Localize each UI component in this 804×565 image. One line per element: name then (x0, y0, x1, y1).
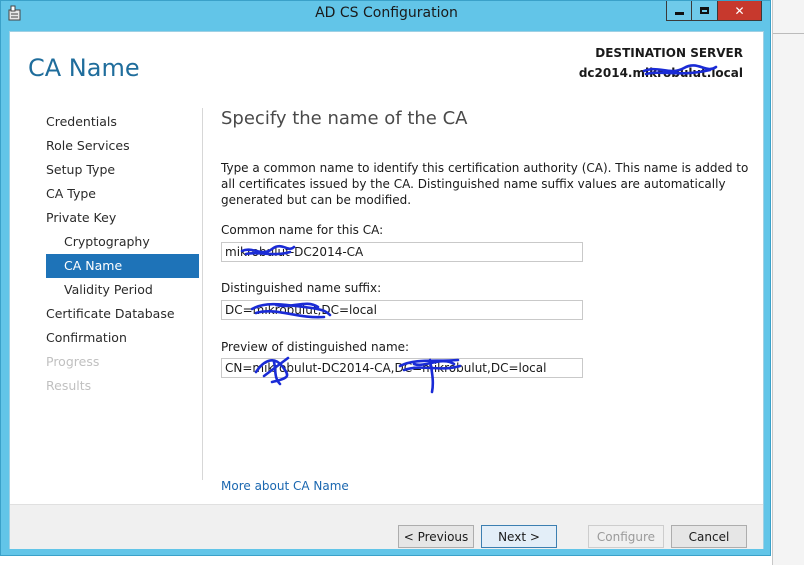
ad-cs-configuration-window: AD CS Configuration ✕ CA Name DESTINATIO… (0, 0, 771, 556)
maximize-icon (700, 7, 709, 14)
wizard-navigation: Credentials Role Services Setup Type CA … (46, 110, 199, 398)
nav-item-ca-name[interactable]: CA Name (46, 254, 199, 278)
destination-server-label: DESTINATION SERVER (595, 46, 743, 60)
cancel-button[interactable]: Cancel (671, 525, 747, 548)
nav-item-progress: Progress (46, 354, 100, 369)
nav-item-confirmation[interactable]: Confirmation (46, 326, 199, 350)
nav-item-credentials[interactable]: Credentials (46, 110, 199, 134)
page-title: CA Name (28, 54, 140, 82)
nav-item-certificate-database[interactable]: Certificate Database (46, 302, 199, 326)
next-button[interactable]: Next > (481, 525, 557, 548)
dn-preview-field: CN=mikrobulut-DC2014-CA,DC=mikrobulut,DC… (221, 358, 583, 378)
wizard-footer: < Previous Next > Configure Cancel (10, 504, 763, 549)
destination-server-name: dc2014.mikrobulut.local (578, 66, 743, 80)
minimize-icon (674, 12, 684, 15)
desktop-background (772, 0, 804, 565)
section-heading: Specify the name of the CA (221, 108, 468, 129)
maximize-button[interactable] (692, 1, 718, 21)
nav-item-cryptography[interactable]: Cryptography (46, 230, 199, 254)
nav-item-setup-type[interactable]: Setup Type (46, 158, 199, 182)
nav-divider (202, 108, 203, 480)
dn-preview-label: Preview of distinguished name: (221, 340, 410, 354)
common-name-input[interactable]: mikrobulut-DC2014-CA (221, 242, 583, 262)
nav-item-results: Results (46, 378, 92, 393)
configure-button: Configure (588, 525, 664, 548)
title-bar[interactable]: AD CS Configuration ✕ (1, 1, 772, 27)
common-name-label: Common name for this CA: (221, 223, 384, 237)
nav-item-role-services[interactable]: Role Services (46, 134, 199, 158)
more-about-ca-name-link[interactable]: More about CA Name (221, 479, 349, 493)
window-title: AD CS Configuration (315, 5, 458, 21)
wizard-client-area: CA Name DESTINATION SERVER dc2014.mikrob… (9, 31, 764, 549)
description-text: Type a common name to identify this cert… (221, 161, 749, 207)
close-icon: ✕ (734, 3, 745, 18)
nav-item-ca-type[interactable]: CA Type (46, 182, 199, 206)
nav-item-validity-period[interactable]: Validity Period (46, 278, 199, 302)
nav-item-private-key[interactable]: Private Key (46, 206, 199, 230)
previous-button[interactable]: < Previous (398, 525, 474, 548)
dn-suffix-label: Distinguished name suffix: (221, 281, 382, 295)
window-controls: ✕ (666, 1, 762, 21)
minimize-button[interactable] (666, 1, 692, 21)
close-button[interactable]: ✕ (718, 1, 762, 21)
dn-suffix-input[interactable]: DC=mikrobulut,DC=local (221, 300, 583, 320)
